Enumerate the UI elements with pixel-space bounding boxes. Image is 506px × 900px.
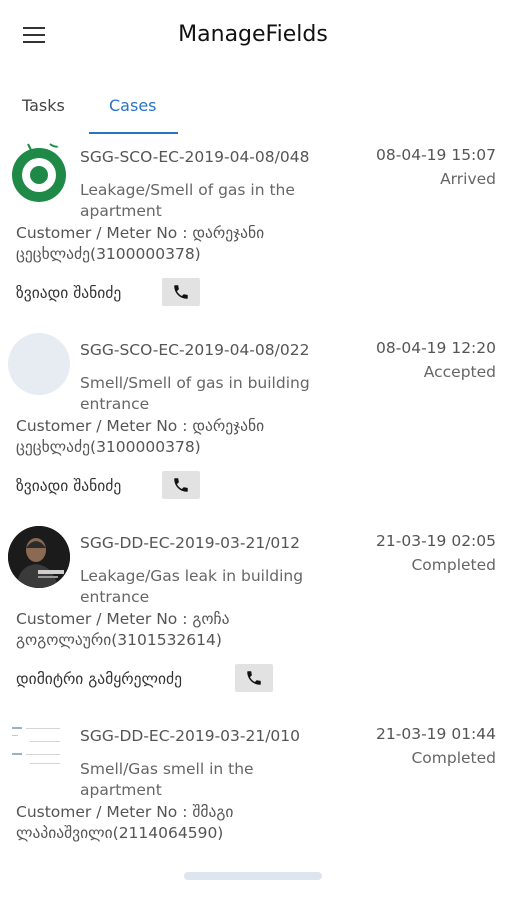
case-status: Completed	[411, 556, 496, 574]
case-customer: Customer / Meter No : გოჩა გოგოლაური(310…	[16, 610, 230, 649]
case-id: SGG-SCO-EC-2019-04-08/048	[80, 148, 310, 166]
phone-icon	[174, 478, 188, 492]
case-status: Accepted	[423, 363, 496, 381]
tab-cases[interactable]: Cases	[109, 96, 157, 115]
active-tab-indicator	[89, 132, 178, 134]
case-id: SGG-SCO-EC-2019-04-08/022	[80, 341, 310, 359]
case-status: Completed	[411, 749, 496, 767]
case-date: 21-03-19 02:05	[376, 532, 496, 550]
scroll-indicator[interactable]	[184, 872, 322, 880]
call-button[interactable]	[162, 471, 200, 499]
photo-avatar	[8, 526, 70, 588]
app-title: ManageFields	[178, 22, 328, 47]
case-date: 08-04-19 15:07	[376, 146, 496, 164]
case-assignee: ზვიადი შანიძე	[16, 477, 122, 495]
case-description: Leakage/Gas leak in building entrance	[80, 567, 304, 606]
phone-icon	[247, 671, 261, 685]
case-id: SGG-DD-EC-2019-03-21/010	[80, 727, 301, 745]
case-item[interactable]: SGG-SCO-EC-2019-04-08/048 08-04-19 15:07…	[0, 138, 506, 324]
case-description: Smell/Smell of gas in building entrance	[80, 374, 310, 413]
case-customer: Customer / Meter No : დარეჯანი ცეცხლაძე(…	[16, 224, 265, 263]
case-assignee: დიმიტრი გამყრელიძე	[16, 670, 182, 688]
tab-bar: Tasks Cases	[0, 88, 506, 134]
call-button[interactable]	[162, 278, 200, 306]
case-description: Smell/Gas smell in the apartment	[80, 760, 254, 799]
case-date: 08-04-19 12:20	[376, 339, 496, 357]
case-item[interactable]: SGG-SCO-EC-2019-04-08/022 08-04-19 12:20…	[0, 331, 506, 517]
case-description: Leakage/Smell of gas in the apartment	[80, 181, 295, 220]
tab-tasks[interactable]: Tasks	[22, 96, 65, 115]
green-logo-avatar	[8, 140, 70, 202]
document-avatar	[8, 719, 70, 781]
case-status: Arrived	[440, 170, 496, 188]
case-item[interactable]: SGG-DD-EC-2019-03-21/010 21-03-19 01:44 …	[0, 717, 506, 857]
case-customer: Customer / Meter No : დარეჯანი ცეცხლაძე(…	[16, 417, 265, 456]
case-date: 21-03-19 01:44	[376, 725, 496, 743]
case-customer: Customer / Meter No : შმაგი ლაპიაშვილი(2…	[16, 803, 234, 842]
app-bar: ManageFields	[0, 0, 506, 72]
case-item[interactable]: SGG-DD-EC-2019-03-21/012 21-03-19 02:05 …	[0, 524, 506, 710]
call-button[interactable]	[235, 664, 273, 692]
case-assignee: ზვიადი შანიძე	[16, 284, 122, 302]
blank-avatar	[8, 333, 70, 395]
case-id: SGG-DD-EC-2019-03-21/012	[80, 534, 301, 552]
phone-icon	[174, 285, 188, 299]
